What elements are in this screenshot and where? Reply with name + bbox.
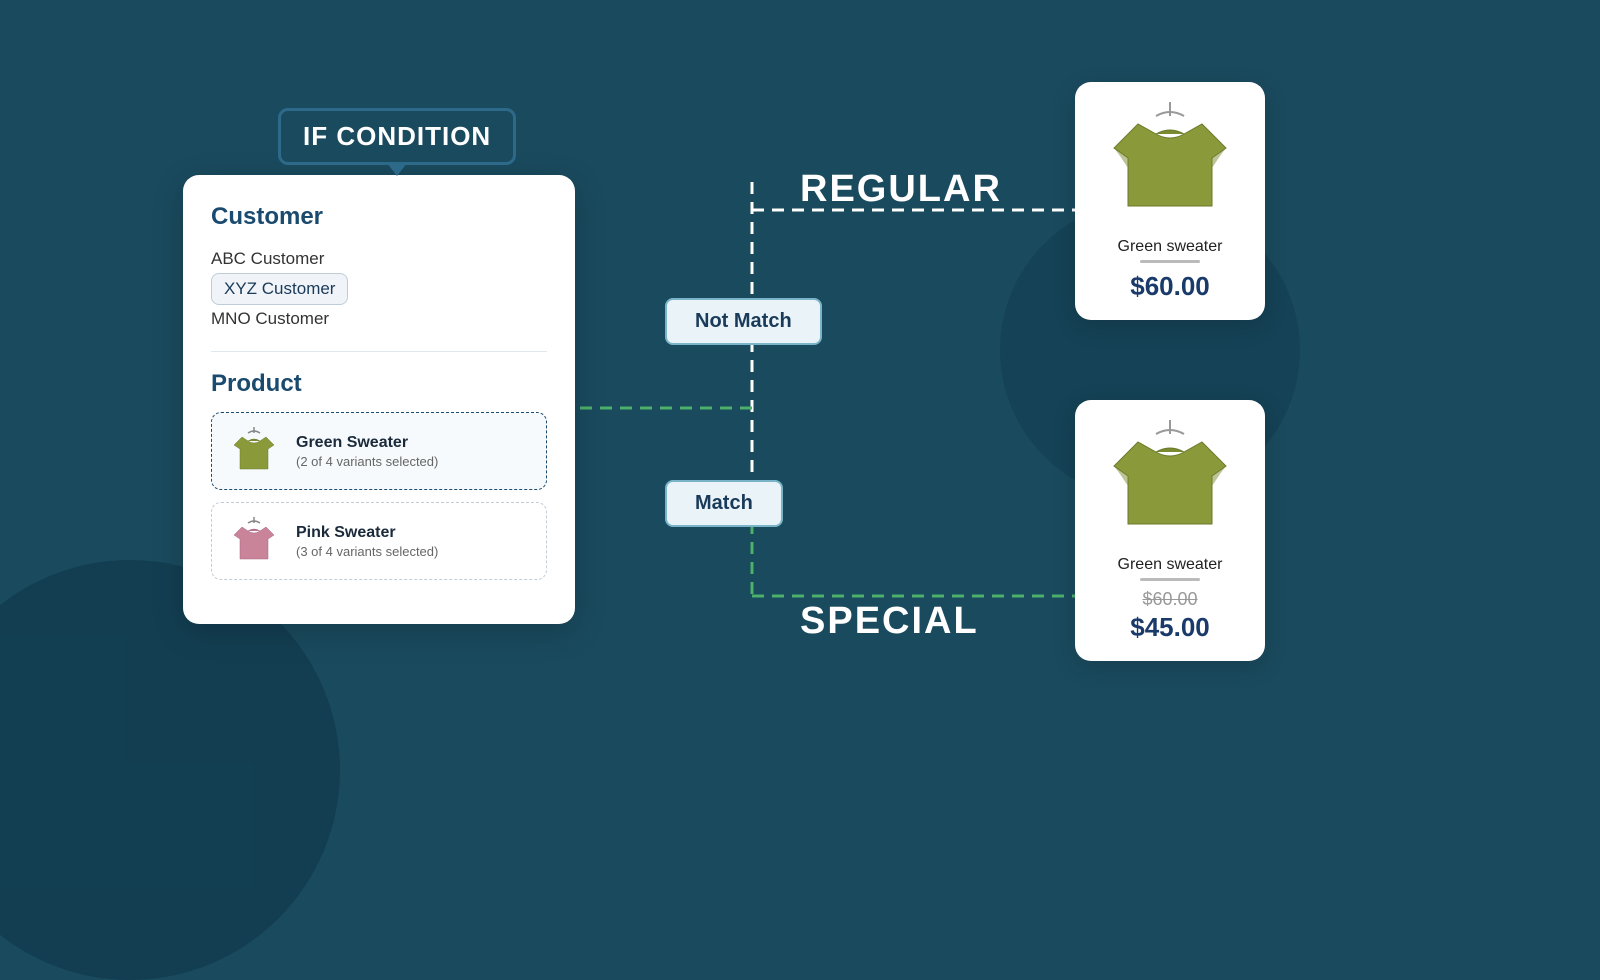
special-result-card: Green sweater $60.00 $45.00 [1075, 400, 1265, 661]
regular-sweater-image [1100, 98, 1240, 228]
special-discounted-price: $45.00 [1089, 612, 1251, 643]
pink-sweater-variants: (3 of 4 variants selected) [296, 544, 438, 559]
special-product-name: Green sweater [1089, 556, 1251, 574]
condition-panel: Customer ABC Customer XYZ Customer MNO C… [183, 175, 575, 624]
customer-section-title: Customer [211, 203, 547, 231]
not-match-label: Not Match [695, 310, 792, 332]
product-card-pink[interactable]: Pink Sweater (3 of 4 variants selected) [211, 502, 547, 580]
customer-item-mno[interactable]: MNO Customer [211, 305, 547, 333]
special-sweater-image [1100, 416, 1240, 546]
regular-label: REGULAR [800, 168, 1002, 211]
match-label: Match [695, 492, 753, 514]
not-match-button[interactable]: Not Match [665, 298, 822, 345]
regular-sweater-icon [1100, 98, 1240, 228]
pink-sweater-thumbnail [226, 513, 282, 569]
match-button[interactable]: Match [665, 480, 783, 527]
special-original-price: $60.00 [1089, 589, 1251, 610]
green-sweater-info: Green Sweater (2 of 4 variants selected) [296, 434, 438, 469]
condition-label: IF CONDITION [303, 121, 491, 151]
green-sweater-thumbnail [226, 423, 282, 479]
customer-list: ABC Customer XYZ Customer MNO Customer [211, 245, 547, 333]
special-sweater-icon [1100, 416, 1240, 546]
special-label: SPECIAL [800, 600, 979, 643]
regular-product-name: Green sweater [1089, 238, 1251, 256]
customer-item-abc[interactable]: ABC Customer [211, 245, 547, 273]
pink-sweater-name: Pink Sweater [296, 524, 438, 542]
product-section-title: Product [211, 370, 547, 398]
condition-bubble: IF CONDITION [278, 108, 516, 165]
customer-item-xyz[interactable]: XYZ Customer [211, 273, 348, 305]
regular-result-card: Green sweater $60.00 [1075, 82, 1265, 320]
regular-divider [1140, 260, 1200, 263]
product-card-green[interactable]: Green Sweater (2 of 4 variants selected) [211, 412, 547, 490]
main-container: IF CONDITION Customer ABC Customer XYZ C… [0, 0, 1600, 900]
green-sweater-variants: (2 of 4 variants selected) [296, 454, 438, 469]
green-sweater-name: Green Sweater [296, 434, 438, 452]
section-divider [211, 351, 547, 352]
pink-sweater-info: Pink Sweater (3 of 4 variants selected) [296, 524, 438, 559]
pink-sweater-icon [226, 513, 282, 569]
green-sweater-icon [226, 423, 282, 479]
regular-price: $60.00 [1089, 271, 1251, 302]
special-divider [1140, 578, 1200, 581]
